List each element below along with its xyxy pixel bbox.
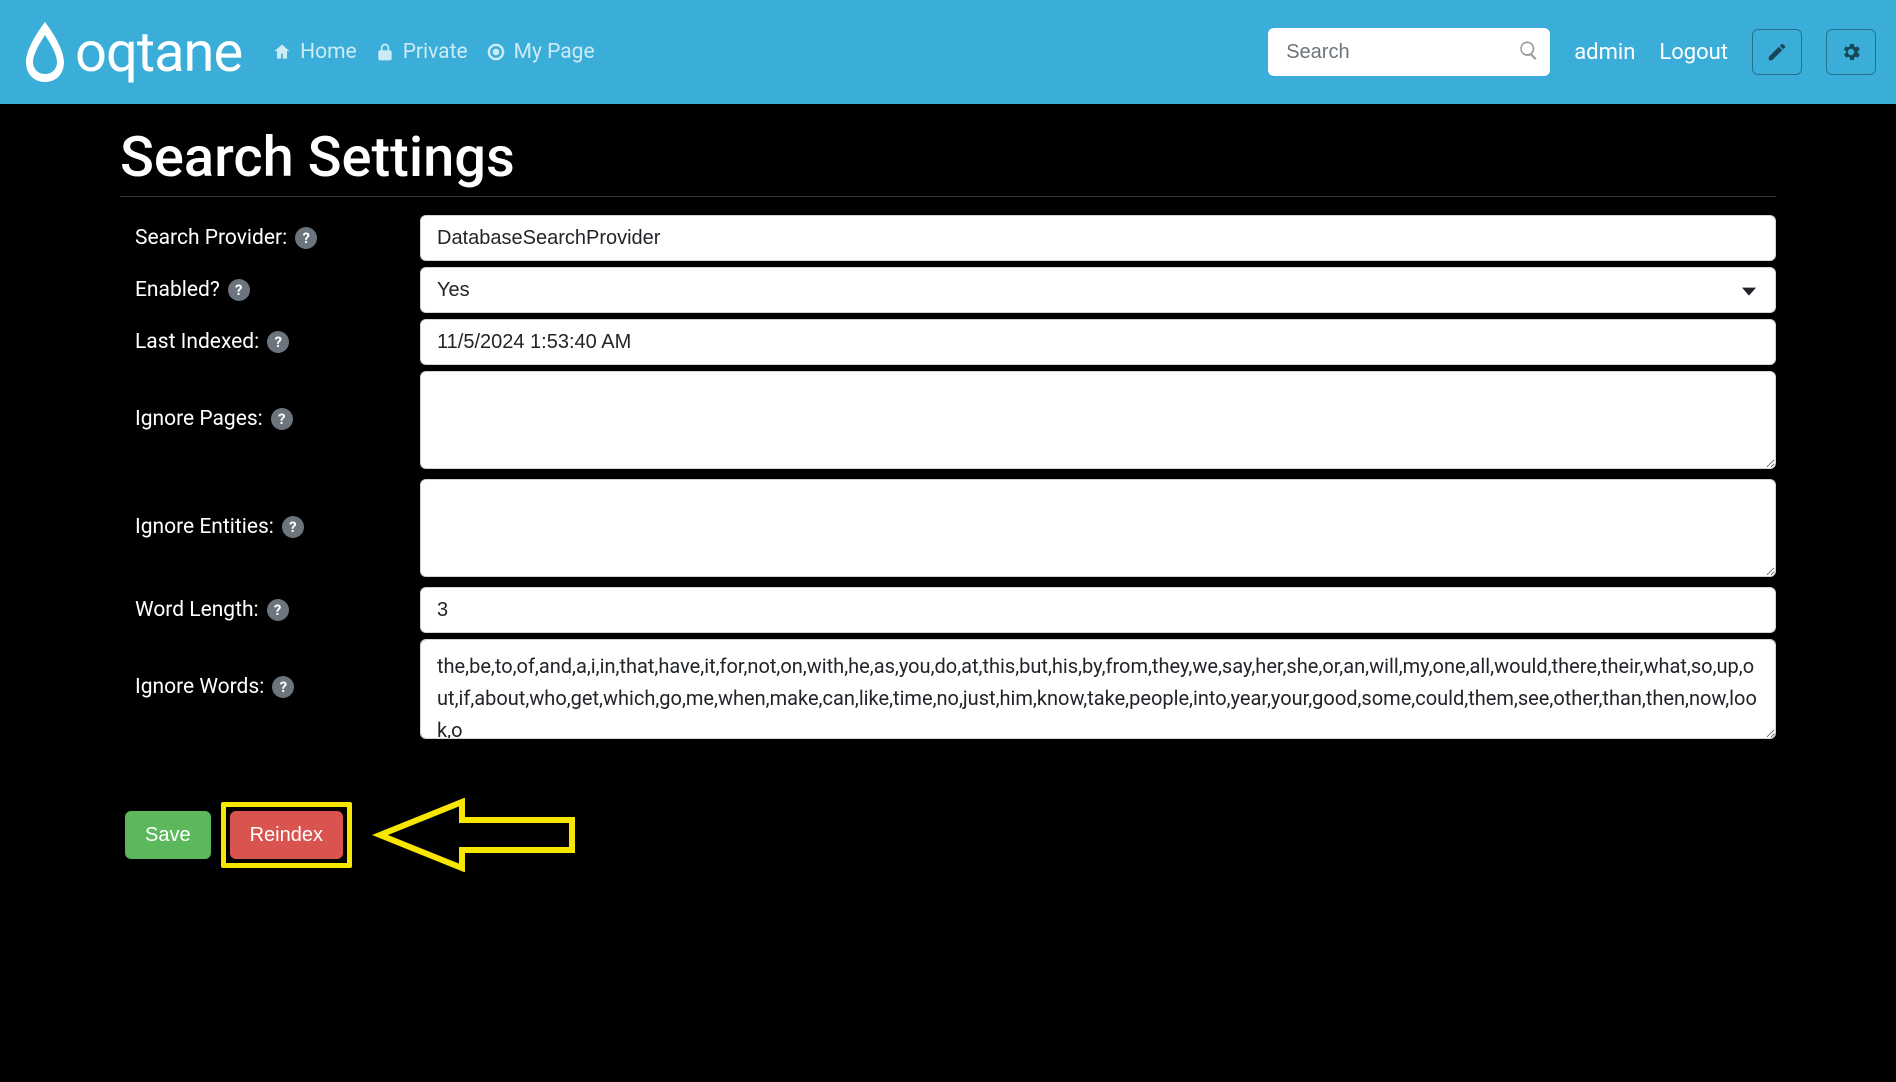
- help-icon[interactable]: ?: [267, 331, 289, 353]
- label-last-indexed: Last Indexed: ?: [120, 330, 420, 354]
- logo-text: oqtane: [75, 19, 242, 85]
- search-box: [1268, 28, 1550, 76]
- target-icon: [486, 42, 506, 62]
- label-search-provider: Search Provider: ?: [120, 226, 420, 250]
- nav-mypage[interactable]: My Page: [486, 40, 595, 64]
- reindex-highlight: Reindex: [221, 802, 352, 868]
- page-title: Search Settings: [120, 124, 1776, 197]
- nav-private[interactable]: Private: [375, 40, 468, 64]
- home-icon: [272, 42, 292, 62]
- help-icon[interactable]: ?: [228, 279, 250, 301]
- user-link[interactable]: admin: [1574, 40, 1635, 65]
- settings-button[interactable]: [1826, 29, 1876, 75]
- label-ignore-entities: Ignore Entities: ?: [120, 479, 420, 539]
- last-indexed-field[interactable]: [420, 319, 1776, 365]
- nav-home-label: Home: [300, 40, 357, 64]
- arrow-indicator: [372, 798, 582, 872]
- help-icon[interactable]: ?: [272, 676, 294, 698]
- label-word-length: Word Length: ?: [120, 598, 420, 622]
- row-enabled: Enabled? ? Yes: [120, 267, 1776, 313]
- help-icon[interactable]: ?: [271, 408, 293, 430]
- header: oqtane Home Private My Page admin Logout: [0, 0, 1896, 104]
- logout-link[interactable]: Logout: [1659, 40, 1728, 65]
- search-provider-field[interactable]: [420, 215, 1776, 261]
- row-word-length: Word Length: ?: [120, 587, 1776, 633]
- help-icon[interactable]: ?: [282, 516, 304, 538]
- ignore-pages-field[interactable]: [420, 371, 1776, 469]
- edit-button[interactable]: [1752, 29, 1802, 75]
- content: Search Settings Search Provider: ? Enabl…: [0, 104, 1896, 872]
- row-last-indexed: Last Indexed: ?: [120, 319, 1776, 365]
- logo[interactable]: oqtane: [20, 19, 242, 85]
- row-search-provider: Search Provider: ?: [120, 215, 1776, 261]
- ignore-words-field[interactable]: [420, 639, 1776, 739]
- label-ignore-pages: Ignore Pages: ?: [120, 371, 420, 431]
- label-enabled: Enabled? ?: [120, 278, 420, 302]
- search-input[interactable]: [1268, 28, 1550, 76]
- nav-private-label: Private: [403, 40, 468, 64]
- nav-home[interactable]: Home: [272, 40, 357, 64]
- row-ignore-pages: Ignore Pages: ?: [120, 371, 1776, 473]
- enabled-select[interactable]: Yes: [420, 267, 1776, 313]
- logo-drop-icon: [20, 20, 70, 85]
- help-icon[interactable]: ?: [295, 227, 317, 249]
- save-button[interactable]: Save: [125, 811, 211, 859]
- nav-mypage-label: My Page: [514, 40, 595, 64]
- pencil-icon: [1766, 41, 1788, 63]
- nav-links: Home Private My Page: [272, 40, 594, 64]
- button-row: Save Reindex: [120, 798, 1776, 872]
- gear-icon: [1840, 41, 1862, 63]
- label-ignore-words: Ignore Words: ?: [120, 639, 420, 699]
- reindex-button[interactable]: Reindex: [230, 811, 343, 859]
- search-icon: [1518, 40, 1540, 62]
- row-ignore-entities: Ignore Entities: ?: [120, 479, 1776, 581]
- lock-icon: [375, 42, 395, 62]
- ignore-entities-field[interactable]: [420, 479, 1776, 577]
- row-ignore-words: Ignore Words: ?: [120, 639, 1776, 743]
- arrow-left-icon: [372, 798, 582, 872]
- word-length-field[interactable]: [420, 587, 1776, 633]
- help-icon[interactable]: ?: [267, 599, 289, 621]
- header-right: admin Logout: [1268, 28, 1876, 76]
- search-button[interactable]: [1518, 40, 1540, 65]
